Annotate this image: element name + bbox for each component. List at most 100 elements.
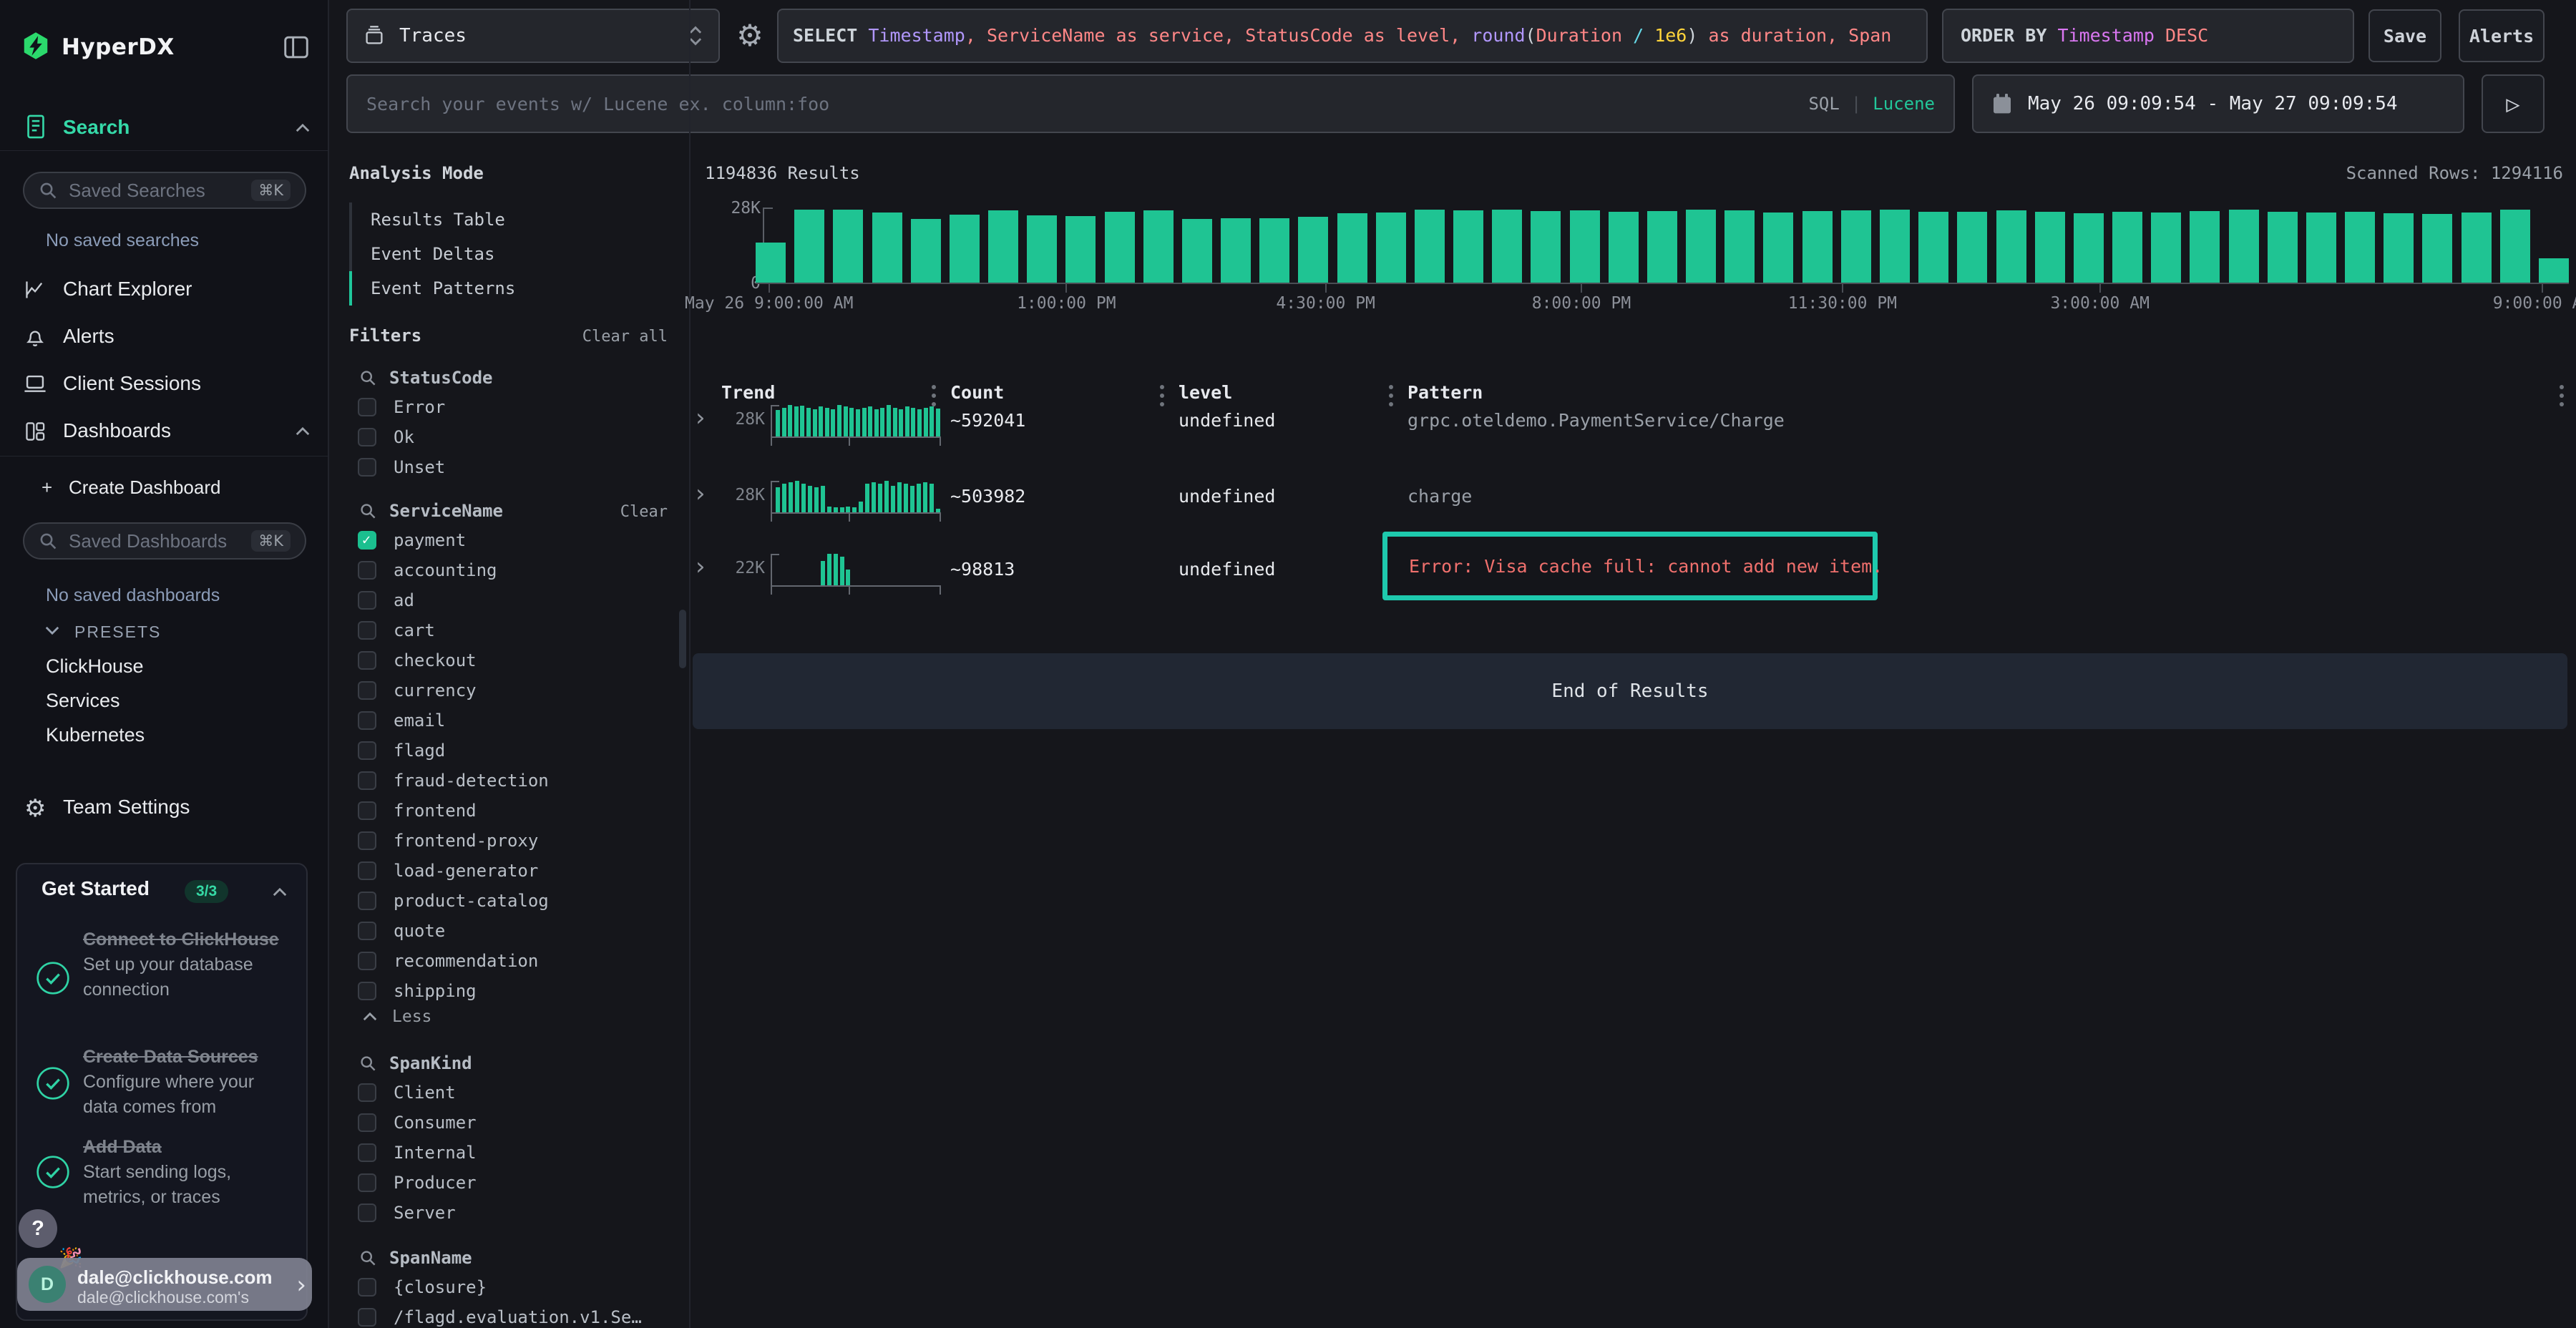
- filter-option-frontend-proxy[interactable]: frontend-proxy: [358, 826, 549, 856]
- filter-option-load-generator[interactable]: load-generator: [358, 856, 549, 886]
- filter-option-Error[interactable]: Error: [358, 392, 445, 422]
- sidebar-item-client-sessions[interactable]: Client Sessions: [63, 372, 201, 395]
- mode-results-table[interactable]: Results Table: [371, 202, 505, 237]
- filter-option-/flagd.evaluation.v1.Se…[interactable]: /flagd.evaluation.v1.Se…: [358, 1302, 642, 1328]
- checkbox[interactable]: [358, 1143, 376, 1162]
- checkbox[interactable]: [358, 711, 376, 730]
- sidebar-item-dashboards[interactable]: Dashboards: [63, 419, 171, 442]
- filter-option-checkout[interactable]: checkout: [358, 645, 549, 675]
- filter-option-payment[interactable]: payment: [358, 525, 549, 555]
- expand-chevron-icon[interactable]: ›: [696, 552, 706, 581]
- create-dashboard-button[interactable]: Create Dashboard: [69, 477, 220, 499]
- clear-servicename-button[interactable]: Clear: [620, 503, 668, 521]
- checkbox[interactable]: [358, 681, 376, 700]
- checkbox[interactable]: [358, 1278, 376, 1297]
- checkbox[interactable]: [358, 428, 376, 446]
- sidebar-item-alerts[interactable]: Alerts: [63, 325, 114, 348]
- checkbox[interactable]: [358, 952, 376, 970]
- filter-option-Server[interactable]: Server: [358, 1198, 477, 1228]
- checkbox[interactable]: [358, 1113, 376, 1132]
- sql-mode-toggle[interactable]: SQL: [1808, 94, 1839, 114]
- source-settings-gear-icon[interactable]: ⚙: [728, 10, 771, 60]
- filter-option-accounting[interactable]: accounting: [358, 555, 549, 585]
- mode-event-deltas[interactable]: Event Deltas: [371, 237, 494, 271]
- filter-option-{closure}[interactable]: {closure}: [358, 1272, 642, 1302]
- preset-clickhouse[interactable]: ClickHouse: [46, 655, 144, 678]
- kebab-menu-icon[interactable]: [1160, 385, 1164, 406]
- checkbox[interactable]: [358, 831, 376, 850]
- filter-option-ad[interactable]: ad: [358, 585, 549, 615]
- checkbox[interactable]: [358, 561, 376, 580]
- show-less-toggle[interactable]: Less: [362, 1007, 431, 1026]
- sql-select-input[interactable]: SELECT Timestamp, ServiceName as service…: [777, 9, 1928, 63]
- checkbox[interactable]: [358, 771, 376, 790]
- kebab-menu-icon[interactable]: [2560, 385, 2564, 406]
- sidebar-item-search[interactable]: Search: [63, 116, 130, 139]
- checkbox[interactable]: [358, 531, 376, 550]
- column-header-count[interactable]: Count: [950, 382, 1004, 403]
- get-started-collapse-chevron-icon[interactable]: [272, 887, 288, 897]
- user-menu[interactable]: D dale@clickhouse.com dale@clickhouse.co…: [17, 1258, 312, 1311]
- checkbox[interactable]: [358, 1308, 376, 1327]
- preset-kubernetes[interactable]: Kubernetes: [46, 724, 145, 746]
- filter-option-Ok[interactable]: Ok: [358, 422, 445, 452]
- preset-services[interactable]: Services: [46, 690, 120, 712]
- column-header-trend[interactable]: Trend: [721, 382, 775, 403]
- checkbox[interactable]: [358, 892, 376, 910]
- date-range-picker[interactable]: May 26 09:09:54 - May 27 09:09:54: [1972, 74, 2464, 133]
- checkbox[interactable]: [358, 1173, 376, 1192]
- filter-option-email[interactable]: email: [358, 706, 549, 736]
- sidebar-item-chart-explorer[interactable]: Chart Explorer: [63, 278, 192, 301]
- checkbox[interactable]: [358, 741, 376, 760]
- dashboards-collapse-chevron-icon[interactable]: [295, 426, 311, 436]
- filter-option-recommendation[interactable]: recommendation: [358, 946, 549, 976]
- expand-chevron-icon[interactable]: ›: [696, 404, 706, 432]
- filter-option-quote[interactable]: quote: [358, 916, 549, 946]
- checkbox[interactable]: [358, 651, 376, 670]
- column-header-pattern[interactable]: Pattern: [1407, 382, 1483, 403]
- saved-dashboards-input[interactable]: Saved Dashboards ⌘K: [23, 522, 306, 560]
- filter-option-shipping[interactable]: shipping: [358, 976, 549, 1006]
- highlighted-error-pattern[interactable]: Error: Visa cache full: cannot add new i…: [1382, 532, 1878, 600]
- filter-option-frontend[interactable]: frontend: [358, 796, 549, 826]
- kebab-menu-icon[interactable]: [932, 385, 936, 406]
- presets-chevron-down-icon[interactable]: [44, 625, 60, 635]
- checkbox[interactable]: [358, 982, 376, 1000]
- mode-event-patterns[interactable]: Event Patterns: [371, 271, 515, 306]
- sidebar-item-team-settings[interactable]: Team Settings: [63, 796, 190, 819]
- checkbox[interactable]: [358, 922, 376, 940]
- help-button[interactable]: ?: [19, 1209, 57, 1248]
- filter-option-fraud-detection[interactable]: fraud-detection: [358, 766, 549, 796]
- filter-option-Consumer[interactable]: Consumer: [358, 1108, 477, 1138]
- presets-header[interactable]: PRESETS: [74, 622, 161, 642]
- scrollbar-thumb[interactable]: [679, 610, 686, 668]
- sidebar-collapse-icon[interactable]: [283, 36, 309, 59]
- checkbox[interactable]: [358, 1083, 376, 1102]
- plus-icon[interactable]: +: [42, 477, 52, 499]
- search-collapse-chevron-icon[interactable]: [295, 123, 311, 133]
- filter-option-Client[interactable]: Client: [358, 1078, 477, 1108]
- checkbox[interactable]: [358, 398, 376, 416]
- checkbox[interactable]: [358, 1204, 376, 1222]
- filter-option-Unset[interactable]: Unset: [358, 452, 445, 482]
- column-header-level[interactable]: level: [1179, 382, 1232, 403]
- alerts-button[interactable]: Alerts: [2459, 9, 2545, 62]
- checkbox[interactable]: [358, 458, 376, 477]
- expand-chevron-icon[interactable]: ›: [696, 479, 706, 508]
- filter-option-product-catalog[interactable]: product-catalog: [358, 886, 549, 916]
- filter-option-flagd[interactable]: flagd: [358, 736, 549, 766]
- saved-searches-input[interactable]: Saved Searches ⌘K: [23, 172, 306, 209]
- checkbox[interactable]: [358, 591, 376, 610]
- filter-option-Internal[interactable]: Internal: [358, 1138, 477, 1168]
- order-by-input[interactable]: ORDER BY Timestamp DESC: [1942, 9, 2354, 63]
- filter-option-currency[interactable]: currency: [358, 675, 549, 706]
- save-button[interactable]: Save: [2368, 9, 2441, 62]
- checkbox[interactable]: [358, 801, 376, 820]
- clear-all-button[interactable]: Clear all: [582, 328, 668, 346]
- kebab-menu-icon[interactable]: [1389, 385, 1393, 406]
- checkbox[interactable]: [358, 621, 376, 640]
- run-query-button[interactable]: ▷: [2482, 74, 2545, 133]
- lucene-mode-toggle[interactable]: Lucene: [1873, 94, 1935, 114]
- checkbox[interactable]: [358, 861, 376, 880]
- filter-option-Producer[interactable]: Producer: [358, 1168, 477, 1198]
